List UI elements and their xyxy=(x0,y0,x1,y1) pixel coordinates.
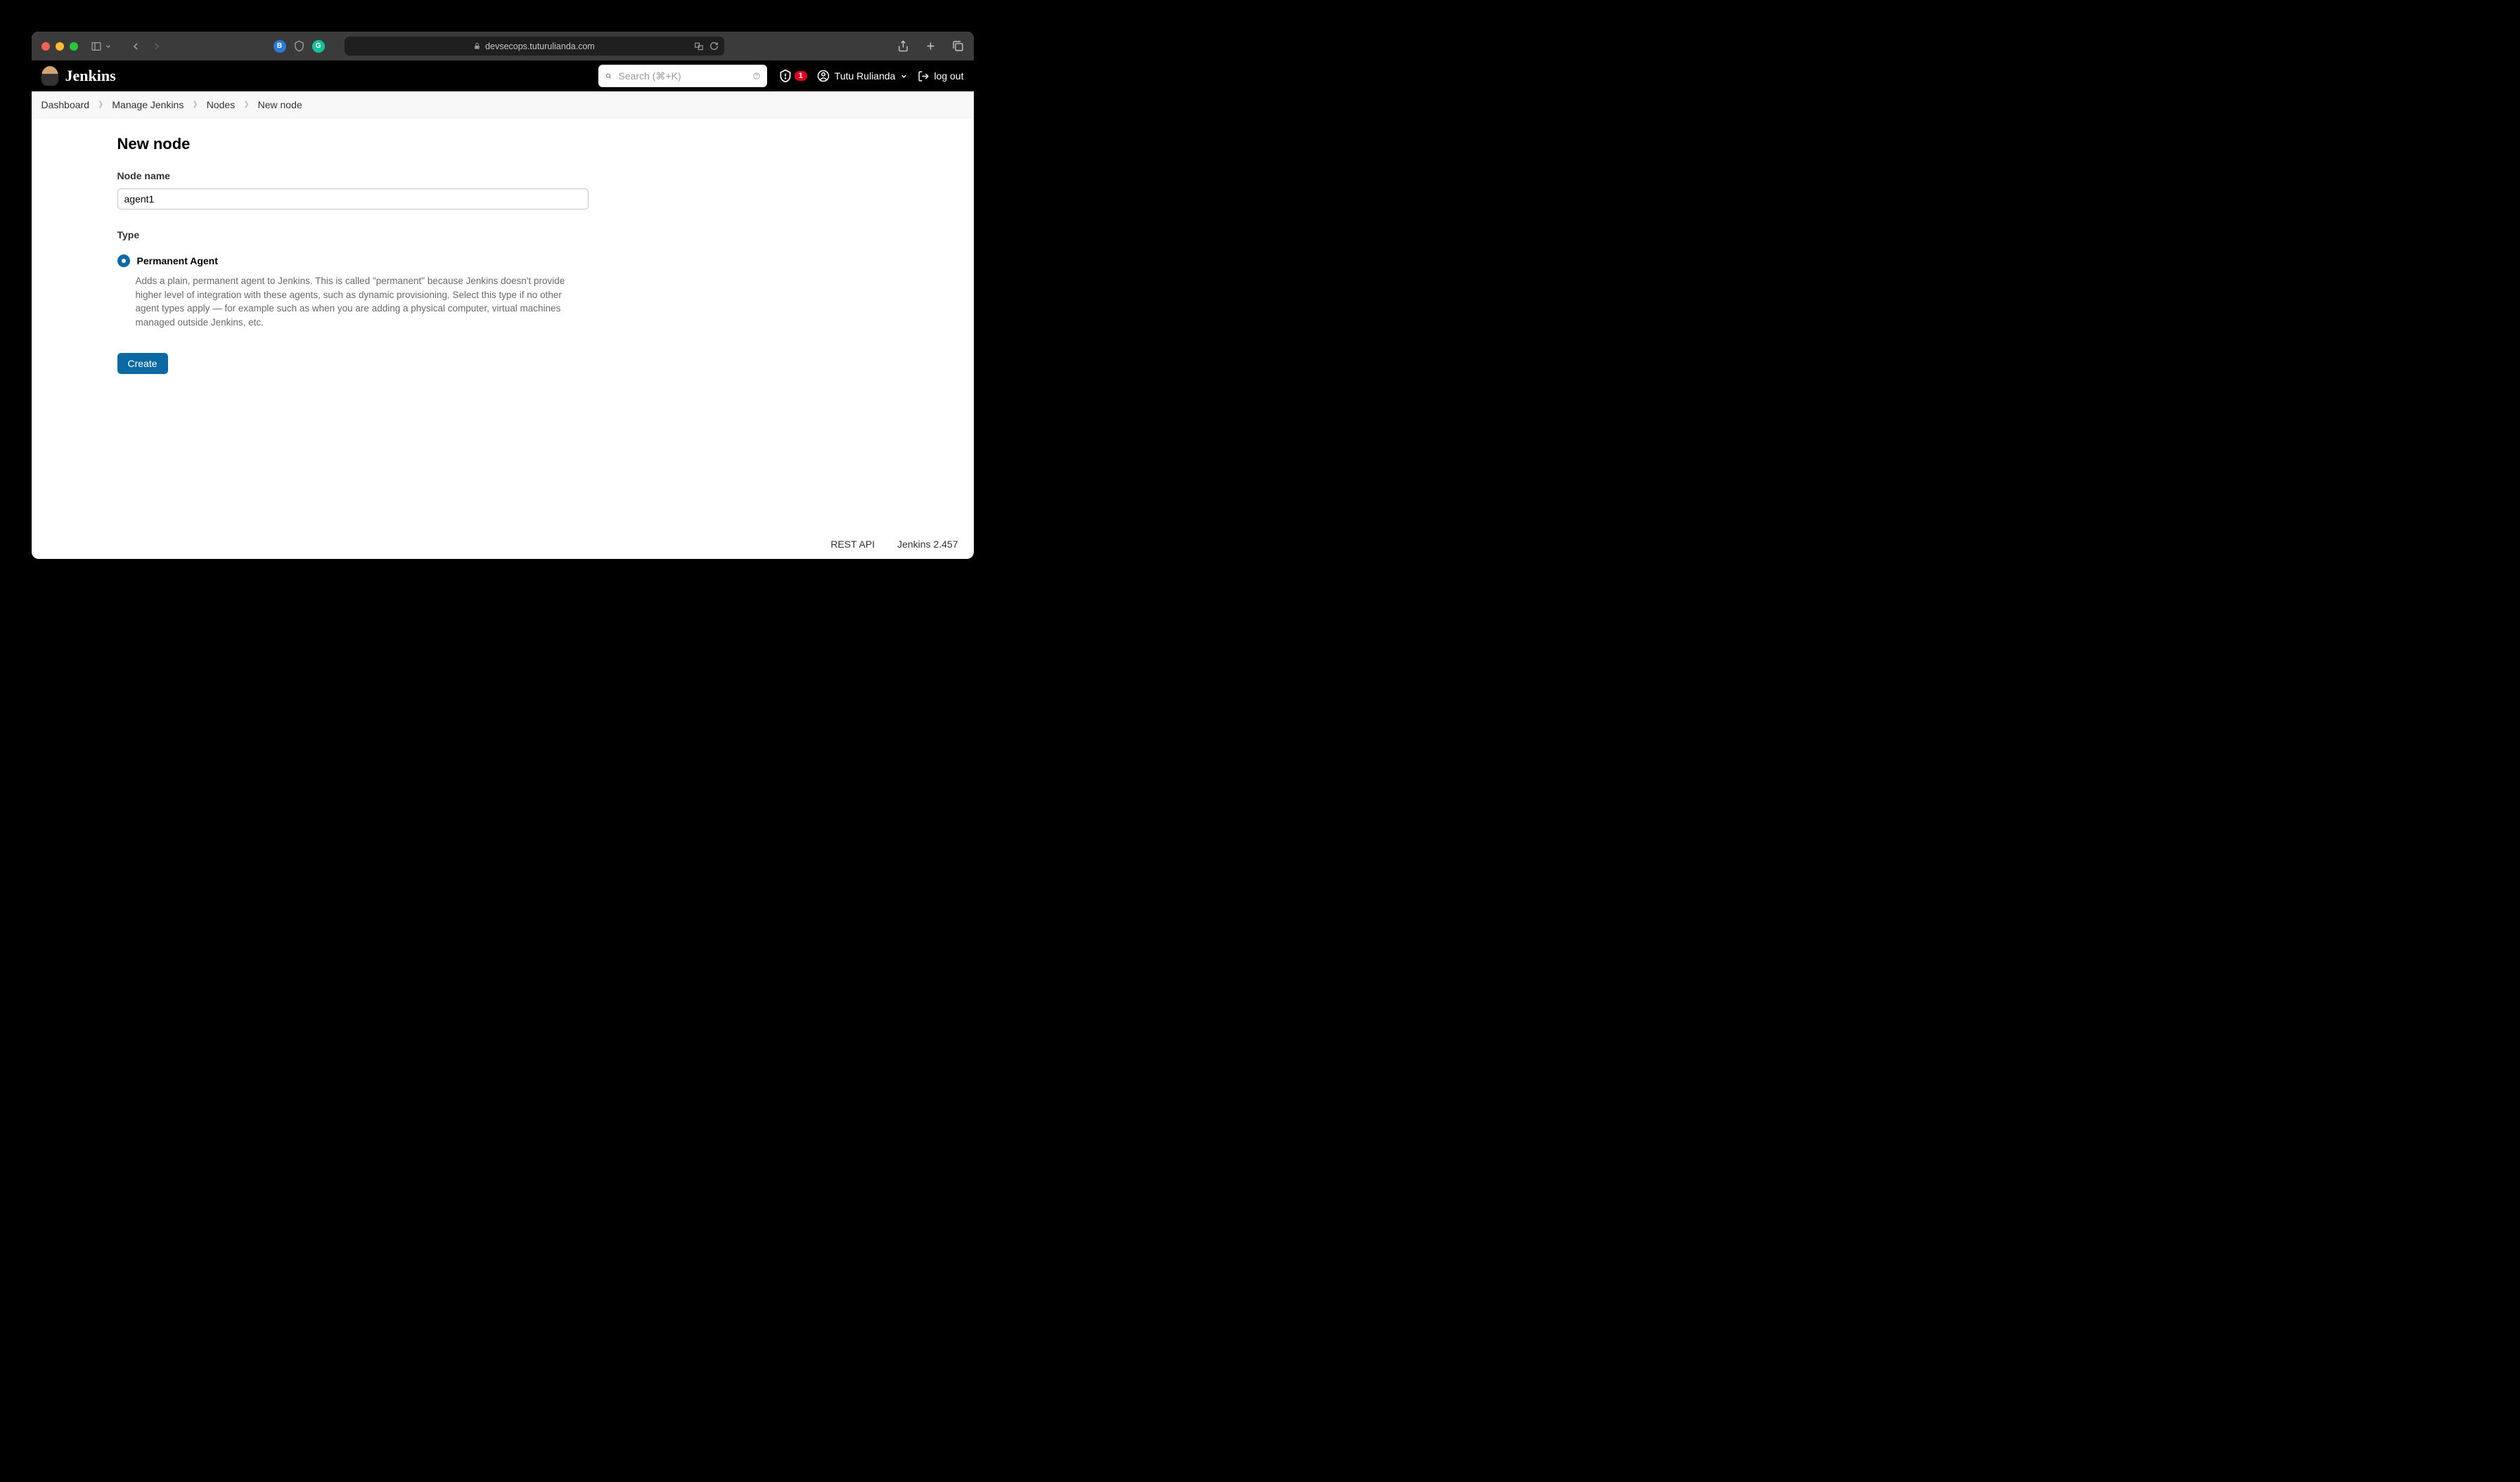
browser-window: B G devsecops.tuturulianda.com Jenkins xyxy=(32,32,974,559)
reload-icon[interactable] xyxy=(709,41,719,51)
traffic-lights xyxy=(41,42,78,51)
logout-label: log out xyxy=(934,70,963,82)
url-text: devsecops.tuturulianda.com xyxy=(485,41,595,51)
rest-api-link[interactable]: REST API xyxy=(830,539,875,550)
header-right: 1 Tutu Rulianda log out xyxy=(778,69,964,83)
back-button[interactable] xyxy=(130,41,141,52)
radio-description: Adds a plain, permanent agent to Jenkins… xyxy=(136,274,572,329)
close-window-button[interactable] xyxy=(41,42,50,51)
extension-icons: B G xyxy=(274,40,325,53)
version-label: Jenkins 2.457 xyxy=(897,539,958,550)
lock-icon xyxy=(473,42,481,50)
page-title: New node xyxy=(117,135,974,153)
nav-arrows xyxy=(130,41,162,52)
forward-button[interactable] xyxy=(151,41,162,52)
radio-selected-icon xyxy=(117,254,130,267)
breadcrumb-dashboard[interactable]: Dashboard xyxy=(41,99,90,110)
help-icon[interactable] xyxy=(753,70,760,82)
user-icon xyxy=(817,70,830,82)
radio-label: Permanent Agent xyxy=(137,255,218,266)
app-name: Jenkins xyxy=(65,67,116,85)
chevron-right-icon: ❯ xyxy=(243,101,249,108)
breadcrumb-nodes[interactable]: Nodes xyxy=(207,99,235,110)
alert-shield-icon xyxy=(778,69,792,83)
translate-icon[interactable] xyxy=(694,41,704,51)
tabs-icon[interactable] xyxy=(952,40,964,52)
node-name-label: Node name xyxy=(117,170,974,181)
footer: REST API Jenkins 2.457 xyxy=(32,528,974,559)
browser-right-controls xyxy=(897,40,964,52)
logout-link[interactable]: log out xyxy=(918,70,963,82)
breadcrumb-manage-jenkins[interactable]: Manage Jenkins xyxy=(112,99,184,110)
browser-toolbar: B G devsecops.tuturulianda.com xyxy=(32,32,974,60)
new-tab-icon[interactable] xyxy=(925,40,937,52)
breadcrumb-current: New node xyxy=(258,99,302,110)
user-menu[interactable]: Tutu Rulianda xyxy=(817,70,908,82)
search-box[interactable] xyxy=(598,65,767,87)
minimize-window-button[interactable] xyxy=(56,42,64,51)
logout-icon xyxy=(918,70,930,82)
node-name-input[interactable] xyxy=(117,188,589,210)
jenkins-logo-link[interactable]: Jenkins xyxy=(41,66,116,86)
jenkins-logo-icon xyxy=(41,66,58,86)
breadcrumb: Dashboard ❯ Manage Jenkins ❯ Nodes ❯ New… xyxy=(32,91,974,118)
chevron-right-icon: ❯ xyxy=(98,101,103,108)
extension-icon[interactable]: B xyxy=(274,40,286,53)
main-content: New node Node name Type Permanent Agent … xyxy=(32,118,974,528)
grammarly-icon[interactable]: G xyxy=(312,40,325,53)
alert-count: 1 xyxy=(795,71,807,81)
search-icon xyxy=(605,71,612,81)
sidebar-icon xyxy=(91,41,102,52)
type-label: Type xyxy=(117,229,974,240)
search-input[interactable] xyxy=(619,70,746,82)
chevron-right-icon: ❯ xyxy=(192,101,198,108)
type-radio-permanent-agent[interactable]: Permanent Agent xyxy=(117,254,974,267)
address-bar[interactable]: devsecops.tuturulianda.com xyxy=(345,37,724,56)
privacy-shield-icon[interactable] xyxy=(293,40,305,52)
chevron-down-icon xyxy=(900,72,908,80)
chevron-down-icon xyxy=(105,43,112,50)
create-button[interactable]: Create xyxy=(117,353,168,374)
jenkins-header: Jenkins 1 Tutu Rulianda log out xyxy=(32,60,974,91)
share-icon[interactable] xyxy=(897,40,909,52)
alert-indicator[interactable]: 1 xyxy=(778,69,807,83)
user-name: Tutu Rulianda xyxy=(835,70,896,82)
sidebar-toggle[interactable] xyxy=(91,41,112,52)
maximize-window-button[interactable] xyxy=(70,42,78,51)
